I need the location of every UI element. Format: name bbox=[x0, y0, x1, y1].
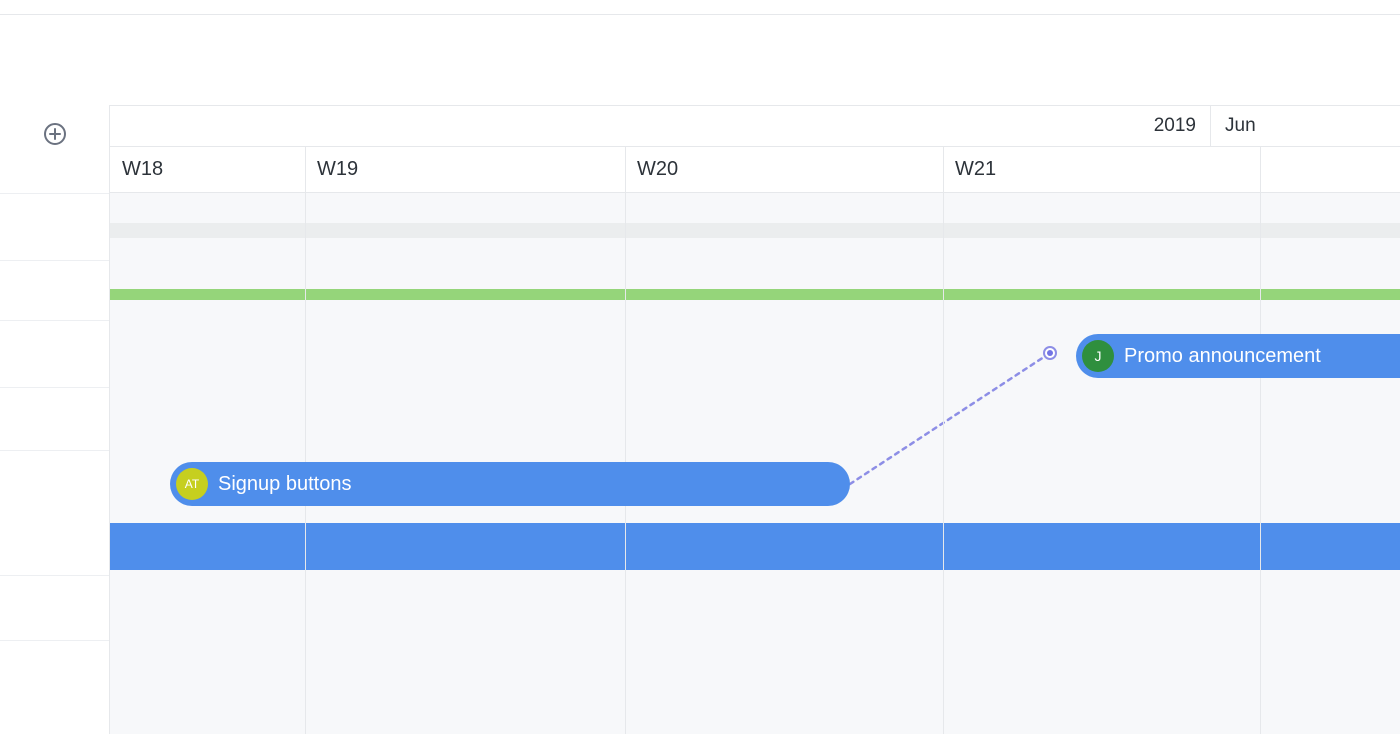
week-header-cell[interactable]: W18 bbox=[110, 147, 305, 192]
add-task-button[interactable] bbox=[41, 120, 69, 148]
assignee-avatar[interactable]: J bbox=[1082, 340, 1114, 372]
gutter-divider bbox=[0, 193, 109, 194]
task-label: Promo announcement bbox=[1124, 345, 1321, 368]
dependency-line bbox=[840, 343, 1060, 494]
gantt-body[interactable]: J Promo announcement AT Signup buttons bbox=[110, 193, 1400, 734]
gutter-divider bbox=[0, 387, 109, 388]
gutter-divider bbox=[0, 640, 109, 641]
assignee-avatar[interactable]: AT bbox=[176, 468, 208, 500]
week-header-cell[interactable]: W19 bbox=[305, 147, 625, 192]
week-gridline bbox=[943, 193, 944, 734]
task-bar-promo[interactable]: J Promo announcement bbox=[1076, 334, 1400, 378]
dependency-endpoint[interactable] bbox=[1043, 346, 1057, 360]
header-gap bbox=[0, 15, 1400, 105]
summary-band bbox=[110, 223, 1400, 238]
year-month-header: 2019 Jun bbox=[110, 105, 1400, 147]
year-label: 2019 bbox=[110, 106, 1210, 146]
gutter-divider bbox=[0, 320, 109, 321]
task-label: Signup buttons bbox=[218, 473, 351, 496]
phase-band-blue[interactable] bbox=[110, 523, 1400, 570]
gutter-divider bbox=[0, 575, 109, 576]
top-divider bbox=[0, 0, 1400, 15]
timeline-area[interactable]: 2019 Jun W18W19W20W21 J Promo announcemen… bbox=[110, 105, 1400, 734]
month-label: Jun bbox=[1211, 106, 1400, 146]
phase-band-green[interactable] bbox=[110, 289, 1400, 300]
gutter-divider bbox=[0, 450, 109, 451]
weeks-header: W18W19W20W21 bbox=[110, 147, 1400, 193]
week-header-cell[interactable]: W21 bbox=[943, 147, 1260, 192]
gantt-chart: 2019 Jun W18W19W20W21 J Promo announcemen… bbox=[0, 105, 1400, 734]
week-gridline bbox=[1260, 193, 1261, 734]
task-bar-signup[interactable]: AT Signup buttons bbox=[170, 462, 850, 506]
gutter-divider bbox=[0, 260, 109, 261]
week-header-cell[interactable]: W20 bbox=[625, 147, 943, 192]
plus-circle-icon bbox=[43, 122, 67, 146]
left-gutter bbox=[0, 105, 110, 734]
